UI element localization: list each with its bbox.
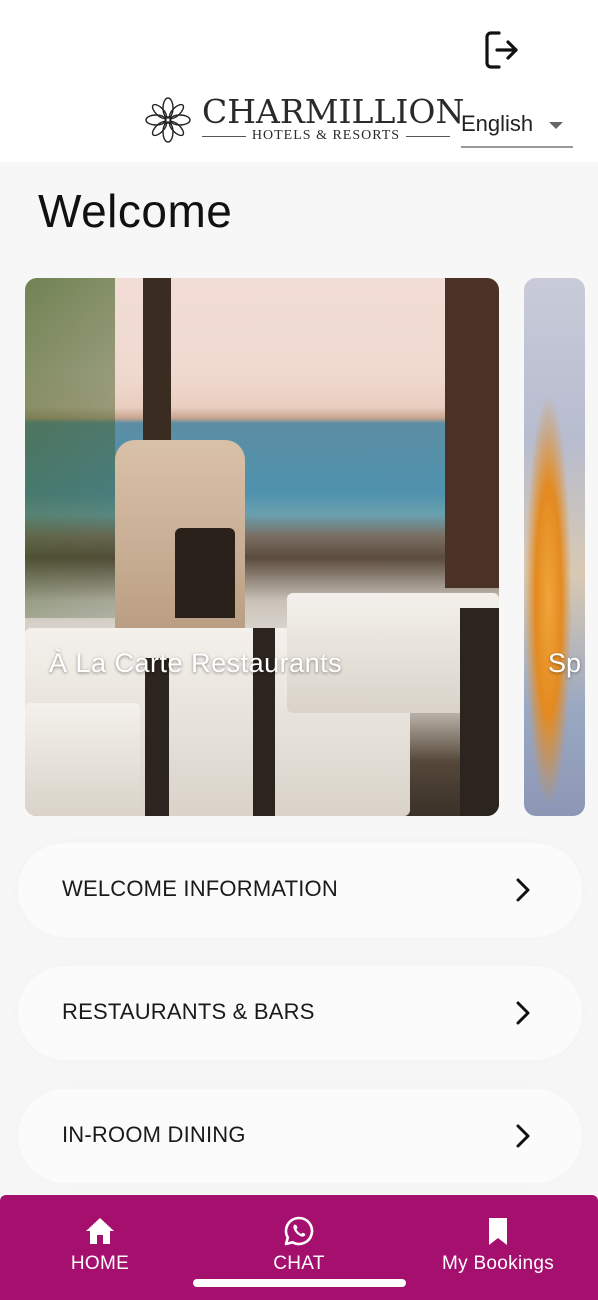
caret-down-icon xyxy=(549,122,563,129)
chair-right xyxy=(460,608,499,816)
menu-item-label: IN-ROOM DINING xyxy=(62,1122,246,1147)
logo-subtitle-row: HOTELS & RESORTS xyxy=(202,128,450,144)
home-indicator-bar[interactable] xyxy=(193,1279,406,1287)
next-card-photo xyxy=(524,278,585,816)
language-selected-value: English xyxy=(461,111,534,136)
logout-button[interactable] xyxy=(480,28,524,72)
logo-wordmark: CHARMILLION xyxy=(202,92,465,131)
menu-item-label: WELCOME INFORMATION xyxy=(62,876,338,901)
hotel-logo: CHARMILLION HOTELS & RESORTS xyxy=(144,92,465,146)
logo-subtitle: HOTELS & RESORTS xyxy=(251,128,401,143)
carved-screen xyxy=(445,278,499,588)
home-icon xyxy=(86,1218,114,1244)
chair-mid xyxy=(175,528,235,618)
nav-my-bookings[interactable]: My Bookings xyxy=(428,1195,568,1285)
menu-in-room-dining[interactable]: IN-ROOM DINING xyxy=(18,1089,582,1183)
featured-carousel[interactable]: À La Carte Restaurants Sp xyxy=(0,278,598,818)
nav-chat[interactable]: CHAT xyxy=(239,1195,359,1285)
logout-icon xyxy=(485,31,518,69)
dining-table-left xyxy=(25,703,140,816)
language-select[interactable]: English xyxy=(461,108,573,148)
carousel-card-restaurants[interactable]: À La Carte Restaurants xyxy=(25,278,499,816)
bookmark-icon xyxy=(489,1218,507,1245)
palm-foliage xyxy=(25,278,115,618)
nav-home[interactable]: HOME xyxy=(40,1195,160,1285)
logo-divider-left xyxy=(202,135,246,137)
nav-label: My Bookings xyxy=(441,1253,555,1274)
chair-back-left xyxy=(145,658,169,816)
flower-logo-icon xyxy=(145,97,191,143)
chevron-right-icon xyxy=(516,878,530,902)
restaurant-photo xyxy=(25,278,499,816)
whatsapp-icon xyxy=(284,1216,314,1246)
app-header: CHARMILLION HOTELS & RESORTS English xyxy=(0,0,598,162)
page-title: Welcome xyxy=(38,185,233,237)
nav-label: CHAT xyxy=(273,1253,325,1274)
menu-welcome-information[interactable]: WELCOME INFORMATION xyxy=(18,843,582,937)
logo-divider-right xyxy=(406,135,450,137)
carousel-card-title: À La Carte Restaurants xyxy=(49,648,343,678)
nav-label: HOME xyxy=(70,1253,130,1274)
chevron-right-icon xyxy=(516,1001,530,1025)
chevron-right-icon xyxy=(516,1124,530,1148)
carousel-card-next[interactable]: Sp xyxy=(524,278,585,816)
menu-restaurants-bars[interactable]: RESTAURANTS & BARS xyxy=(18,966,582,1060)
menu-item-label: RESTAURANTS & BARS xyxy=(62,999,315,1024)
carousel-card-title: Sp xyxy=(548,648,582,678)
